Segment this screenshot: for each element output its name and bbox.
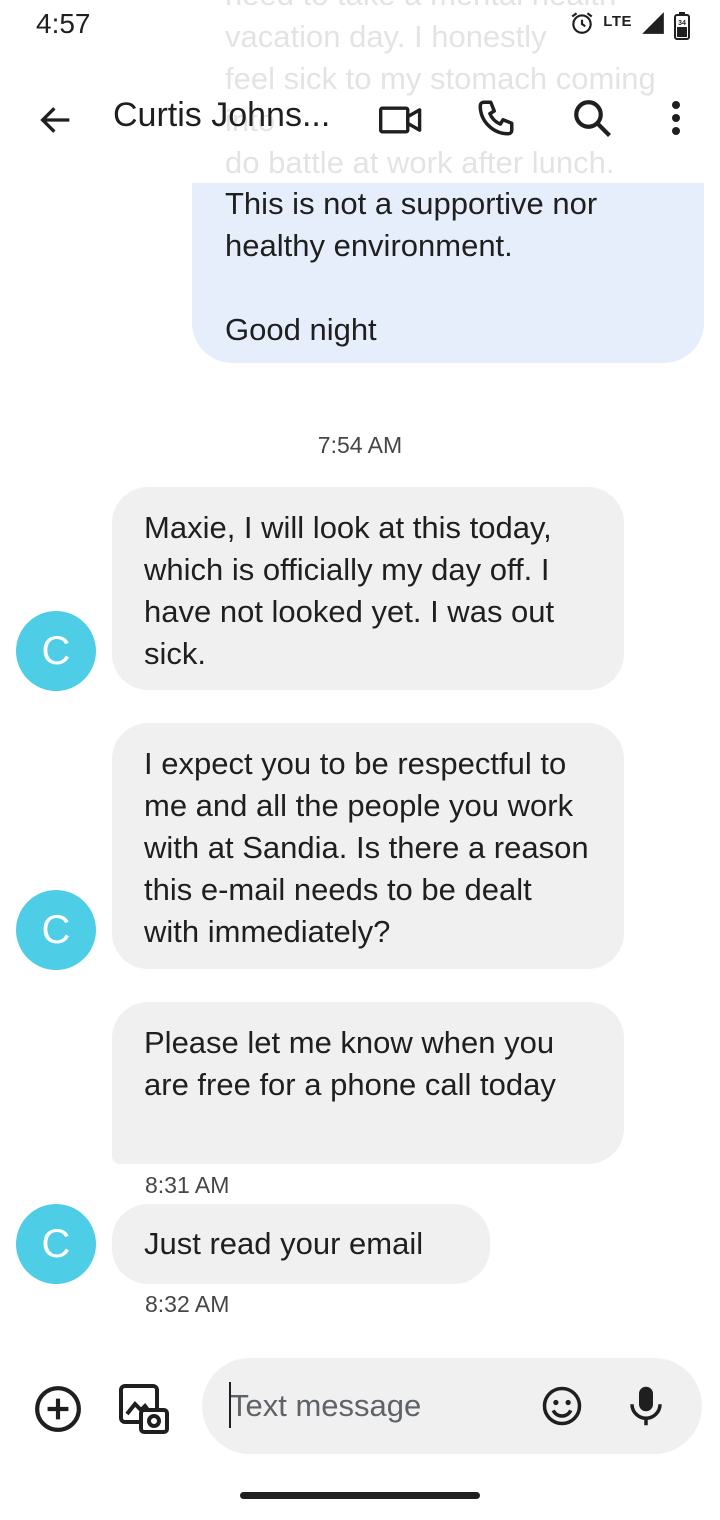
home-indicator[interactable] <box>240 1492 480 1499</box>
message-timestamp: 7:54 AM <box>317 432 403 458</box>
add-circle-icon <box>35 1386 81 1432</box>
more-vert-icon <box>672 101 680 135</box>
video-call-button[interactable] <box>375 96 427 144</box>
search-button[interactable] <box>566 92 618 144</box>
emoji-icon <box>542 1386 582 1426</box>
video-camera-icon <box>379 106 422 134</box>
message-text: I expect you to be respectful to me and … <box>144 746 589 949</box>
microphone-icon <box>630 1386 662 1426</box>
avatar[interactable]: C <box>16 890 96 970</box>
message-time: 8:32 AM <box>145 1291 230 1317</box>
battery-level: 34 <box>678 19 686 27</box>
phone-call-button[interactable] <box>470 92 522 144</box>
incoming-message-bubble[interactable]: I expect you to be respectful to me and … <box>112 723 624 969</box>
contact-name[interactable]: Curtis Johns... <box>113 96 330 135</box>
search-icon <box>574 100 611 137</box>
compose-bar <box>202 1358 702 1454</box>
message-time: 8:31 AM <box>145 1172 230 1198</box>
alarm-icon <box>569 10 595 41</box>
incoming-message-bubble[interactable]: Please let me know when you are free for… <box>112 1002 624 1164</box>
voice-input-button[interactable] <box>622 1382 670 1430</box>
avatar[interactable]: C <box>16 1204 96 1284</box>
incoming-message-bubble[interactable]: Just read your email <box>112 1204 490 1284</box>
battery-icon: 34 <box>674 11 690 40</box>
text-cursor <box>229 1382 231 1428</box>
emoji-button[interactable] <box>538 1382 586 1430</box>
gallery-button[interactable] <box>115 1380 171 1436</box>
phone-icon <box>478 100 514 136</box>
image-camera-icon <box>119 1384 169 1434</box>
message-text: Please let me know when you are free for… <box>144 1025 556 1102</box>
signal-icon <box>640 10 666 41</box>
outgoing-message-bubble[interactable]: This is not a supportive nor healthy env… <box>192 183 704 363</box>
back-button[interactable] <box>30 94 82 146</box>
status-icons: LTE 34 <box>569 10 690 41</box>
incoming-message-bubble[interactable]: Maxie, I will look at this today, which … <box>112 487 624 690</box>
avatar[interactable]: C <box>16 611 96 691</box>
message-text: Just read your email <box>144 1226 424 1261</box>
add-attachment-button[interactable] <box>32 1383 84 1435</box>
conversation-header: Curtis Johns... <box>0 70 720 166</box>
message-text: Maxie, I will look at this today, which … <box>144 510 555 671</box>
status-time: 4:57 <box>36 8 91 39</box>
more-options-button[interactable] <box>655 92 697 144</box>
message-input[interactable] <box>230 1382 520 1430</box>
network-label: LTE <box>603 13 632 30</box>
arrow-back-icon <box>40 107 70 133</box>
message-text: This is not a supportive nor healthy env… <box>225 186 598 347</box>
